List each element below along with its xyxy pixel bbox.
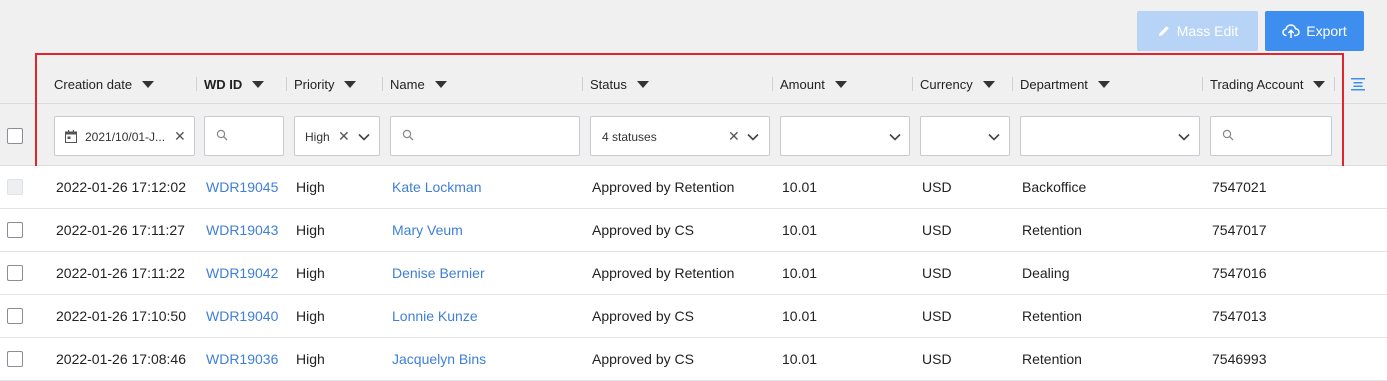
wd-id-link[interactable]: WDR19036: [206, 351, 278, 367]
currency-cell: USD: [922, 179, 952, 195]
priority-cell: High: [296, 308, 325, 324]
row-checkbox: [7, 179, 23, 195]
name-link[interactable]: Jacquelyn Bins: [392, 351, 486, 367]
creation-date-cell: 2022-01-26 17:10:50: [56, 308, 186, 324]
status-cell: Approved by CS: [592, 351, 694, 367]
table-row[interactable]: 2022-01-26 17:12:02 WDR19045 High Kate L…: [0, 166, 1387, 209]
name-link[interactable]: Kate Lockman: [392, 179, 482, 195]
wd-id-link[interactable]: WDR19042: [206, 265, 278, 281]
cloud-upload-icon: [1282, 24, 1301, 38]
amount-cell: 10.01: [782, 351, 818, 367]
mass-edit-label: Mass Edit: [1176, 23, 1239, 39]
currency-cell: USD: [922, 265, 952, 281]
creation-date-cell: 2022-01-26 17:11:22: [56, 265, 185, 281]
columns-settings-icon[interactable]: [1351, 76, 1365, 92]
amount-cell: 10.01: [782, 308, 818, 324]
department-cell: Retention: [1022, 222, 1082, 238]
select-all-checkbox[interactable]: [7, 128, 23, 144]
priority-cell: High: [296, 265, 325, 281]
trading-account-cell: 7547017: [1212, 222, 1267, 238]
row-checkbox[interactable]: [7, 265, 23, 281]
wd-id-link[interactable]: WDR19043: [206, 222, 278, 238]
trading-account-cell: 7547016: [1212, 265, 1267, 281]
department-cell: Dealing: [1022, 265, 1070, 281]
trading-account-cell: 7546993: [1212, 351, 1267, 367]
status-cell: Approved by CS: [592, 308, 694, 324]
currency-cell: USD: [922, 351, 952, 367]
currency-cell: USD: [922, 222, 952, 238]
row-checkbox[interactable]: [7, 222, 23, 238]
creation-date-cell: 2022-01-26 17:08:46: [56, 351, 186, 367]
trading-account-cell: 7547013: [1212, 308, 1267, 324]
currency-cell: USD: [922, 308, 952, 324]
creation-date-cell: 2022-01-26 17:12:02: [56, 179, 186, 195]
status-cell: Approved by Retention: [592, 265, 735, 281]
pencil-icon: [1158, 26, 1169, 36]
amount-cell: 10.01: [782, 265, 818, 281]
mass-edit-button[interactable]: Mass Edit: [1137, 11, 1258, 51]
wd-id-link[interactable]: WDR19045: [206, 179, 278, 195]
status-cell: Approved by CS: [592, 222, 694, 238]
table-row[interactable]: 2022-01-26 17:11:27 WDR19043 High Mary V…: [0, 209, 1387, 252]
priority-cell: High: [296, 179, 325, 195]
table-row[interactable]: 2022-01-26 17:10:50 WDR19040 High Lonnie…: [0, 295, 1387, 338]
row-checkbox[interactable]: [7, 308, 23, 324]
priority-cell: High: [296, 222, 325, 238]
department-cell: Retention: [1022, 351, 1082, 367]
name-link[interactable]: Denise Bernier: [392, 265, 485, 281]
amount-cell: 10.01: [782, 179, 818, 195]
department-cell: Backoffice: [1022, 179, 1087, 195]
table-row[interactable]: 2022-01-26 17:11:22 WDR19042 High Denise…: [0, 252, 1387, 295]
wd-id-link[interactable]: WDR19040: [206, 308, 278, 324]
amount-cell: 10.01: [782, 222, 818, 238]
status-cell: Approved by Retention: [592, 179, 735, 195]
priority-cell: High: [296, 351, 325, 367]
export-label: Export: [1306, 23, 1347, 39]
creation-date-cell: 2022-01-26 17:11:27: [56, 222, 185, 238]
row-checkbox[interactable]: [7, 351, 23, 367]
department-cell: Retention: [1022, 308, 1082, 324]
export-button[interactable]: Export: [1265, 11, 1364, 51]
name-link[interactable]: Mary Veum: [392, 222, 463, 238]
highlight-box: [35, 53, 1344, 168]
trading-account-cell: 7547021: [1212, 179, 1267, 195]
name-link[interactable]: Lonnie Kunze: [392, 308, 478, 324]
table-row[interactable]: 2022-01-26 17:08:46 WDR19036 High Jacque…: [0, 338, 1387, 381]
